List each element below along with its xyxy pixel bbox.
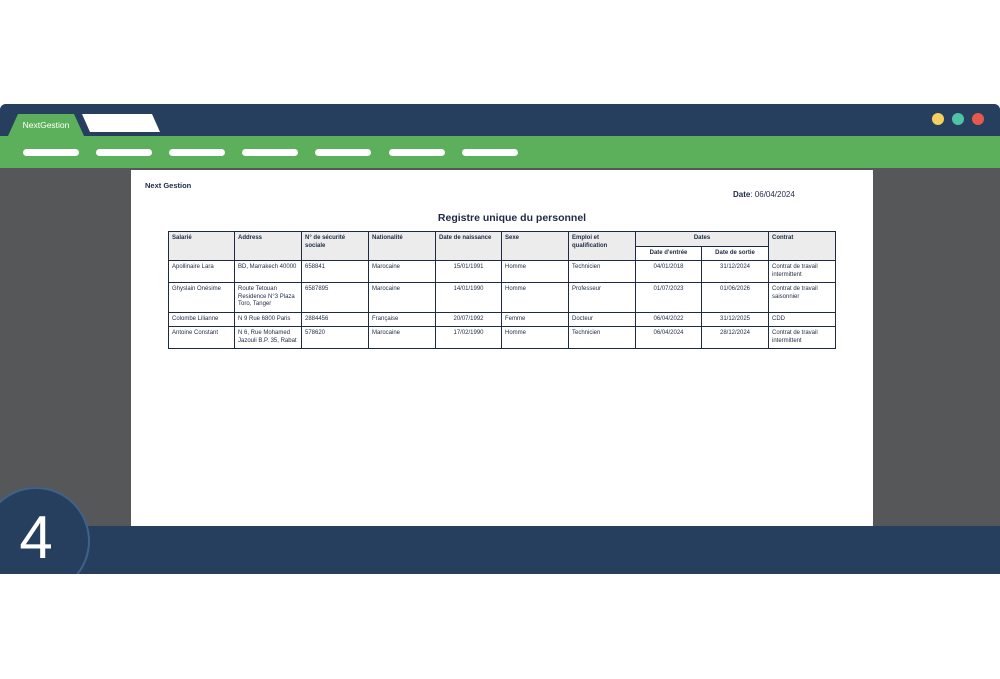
- header-naissance: Date de naissance: [435, 231, 502, 261]
- cell-entree: 06/04/2024: [635, 326, 702, 349]
- cell-address: BD, Marrakech 40000: [234, 260, 302, 283]
- personnel-table: Salarié Address N° de sécurité sociale N…: [168, 231, 836, 349]
- cell-salarie: Colombe Lilianne: [168, 311, 235, 327]
- step-number: 4: [19, 504, 53, 571]
- header-dates: Dates: [635, 231, 769, 247]
- page-footer-space: [0, 574, 1000, 679]
- nav-bar: [0, 136, 1000, 168]
- cell-salarie: Ghyslain Onésime: [168, 282, 235, 313]
- nav-item-placeholder[interactable]: [315, 149, 371, 156]
- header-sortie: Date de sortie: [701, 245, 769, 261]
- cell-contrat: CDD: [768, 311, 836, 327]
- date-value: : 06/04/2024: [750, 190, 795, 199]
- cell-contrat: Contrat de travail intermittent: [768, 260, 836, 283]
- cell-nationalite: Marocaine: [368, 260, 436, 283]
- cell-securite: 2884456: [301, 311, 369, 327]
- cell-naissance: 17/02/1990: [435, 326, 502, 349]
- cell-emploi: Technicien: [568, 326, 636, 349]
- header-contrat: Contrat: [768, 231, 836, 261]
- cell-salarie: Apollinaire Lara: [168, 260, 235, 283]
- nav-item-placeholder[interactable]: [96, 149, 152, 156]
- cell-nationalite: Française: [368, 311, 436, 327]
- document-page: Next Gestion Date: 06/04/2024 Registre u…: [131, 170, 873, 574]
- cell-emploi: Professeur: [568, 282, 636, 313]
- header-sexe: Sexe: [501, 231, 569, 261]
- header-nationalite: Nationalité: [368, 231, 436, 261]
- cell-sexe: Femme: [501, 311, 569, 327]
- browser-window: NextGestion Next Gestion Date: 06/04/202…: [0, 104, 1000, 574]
- date-label: Date: [733, 190, 751, 199]
- cell-salarie: Antoine Constant: [168, 326, 235, 349]
- document-title: Registre unique du personnel: [437, 212, 587, 224]
- tab-nextgestion[interactable]: NextGestion: [8, 114, 84, 136]
- tab-blank[interactable]: [82, 114, 160, 132]
- cell-sortie: 31/12/2025: [701, 311, 769, 327]
- nav-item-placeholder[interactable]: [389, 149, 445, 156]
- cell-entree: 04/01/2018: [635, 260, 702, 283]
- cell-sortie: 28/12/2024: [701, 326, 769, 349]
- header-entree: Date d'entrée: [635, 245, 702, 261]
- cell-sexe: Homme: [501, 282, 569, 313]
- document-date: Date: 06/04/2024: [733, 190, 795, 199]
- nav-item-placeholder[interactable]: [242, 149, 298, 156]
- cell-sortie: 01/06/2026: [701, 282, 769, 313]
- cell-contrat: Contrat de travail intermittent: [768, 326, 836, 349]
- nav-item-placeholder[interactable]: [23, 149, 79, 156]
- table-row: Apollinaire Lara BD, Marrakech 40000 658…: [168, 260, 836, 283]
- minimize-dot[interactable]: [932, 113, 944, 125]
- header-address: Address: [234, 231, 302, 261]
- bottom-bar: [0, 526, 1000, 574]
- table-row: Ghyslain Onésime Route Tetouan Residence…: [168, 282, 836, 313]
- cell-entree: 01/07/2023: [635, 282, 702, 313]
- header-securite: N° de sécurité sociale: [301, 231, 369, 261]
- cell-entree: 06/04/2022: [635, 311, 702, 327]
- cell-nationalite: Marocaine: [368, 326, 436, 349]
- cell-naissance: 14/01/1990: [435, 282, 502, 313]
- header-emploi: Emploi et qualification: [568, 231, 636, 261]
- cell-emploi: Technicien: [568, 260, 636, 283]
- cell-address: Route Tetouan Residence N°3 Plaza Toro, …: [234, 282, 302, 313]
- cell-emploi: Docteur: [568, 311, 636, 327]
- cell-sexe: Homme: [501, 326, 569, 349]
- cell-address: N 6, Rue Mohamed Jazouli B.P. 35, Rabat: [234, 326, 302, 349]
- maximize-dot[interactable]: [952, 113, 964, 125]
- cell-securite: 6587895: [301, 282, 369, 313]
- title-bar: NextGestion: [0, 104, 1000, 136]
- cell-securite: 578620: [301, 326, 369, 349]
- close-dot[interactable]: [972, 113, 984, 125]
- cell-naissance: 15/01/1991: [435, 260, 502, 283]
- nav-item-placeholder[interactable]: [169, 149, 225, 156]
- cell-address: N 9 Rue 6800 Paris: [234, 311, 302, 327]
- cell-nationalite: Marocaine: [368, 282, 436, 313]
- cell-sexe: Homme: [501, 260, 569, 283]
- table-row: Antoine Constant N 6, Rue Mohamed Jazoul…: [168, 326, 836, 349]
- cell-securite: 658841: [301, 260, 369, 283]
- table-row: Colombe Lilianne N 9 Rue 6800 Paris 2884…: [168, 311, 836, 327]
- nav-item-placeholder[interactable]: [462, 149, 518, 156]
- cell-contrat: Contrat de travail saisonnier: [768, 282, 836, 313]
- company-name: Next Gestion: [145, 181, 192, 190]
- header-salarie: Salarié: [168, 231, 235, 261]
- cell-sortie: 31/12/2024: [701, 260, 769, 283]
- cell-naissance: 20/07/1992: [435, 311, 502, 327]
